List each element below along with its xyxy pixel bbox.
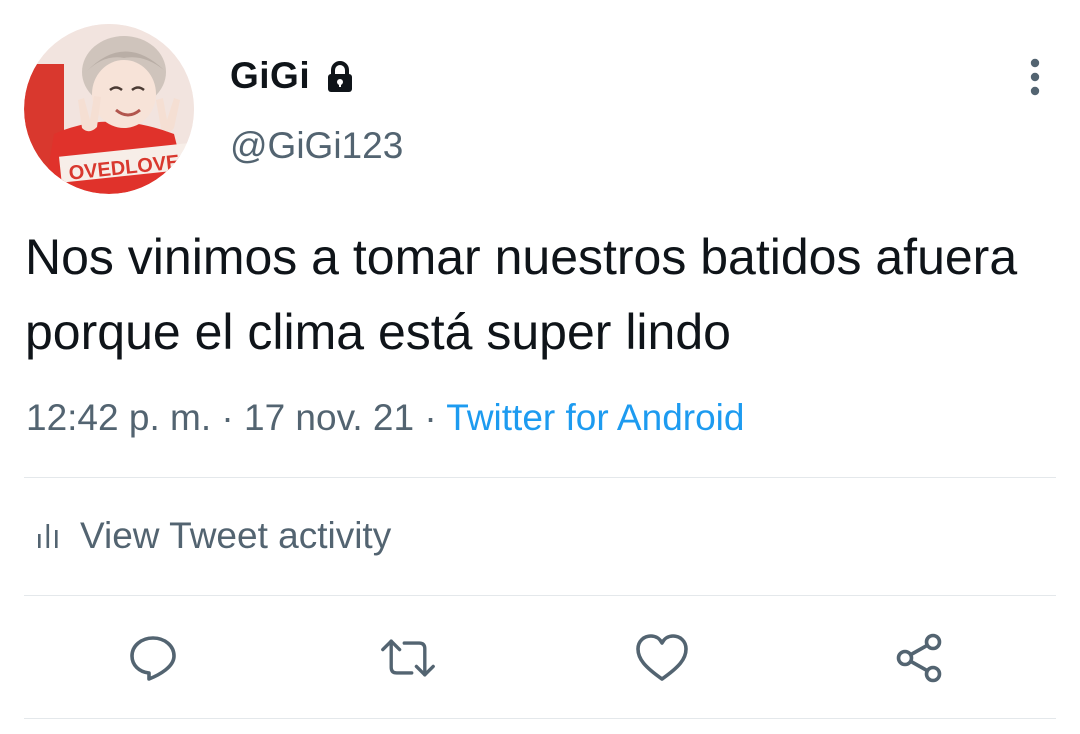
more-vertical-icon (1030, 58, 1040, 96)
retweet-icon (381, 639, 435, 677)
view-tweet-activity-label: View Tweet activity (80, 515, 392, 556)
tweet-meta: 12:42 p. m. · 17 nov. 21 · Twitter for A… (26, 394, 744, 442)
display-name[interactable]: GiGi (230, 54, 310, 98)
like-button[interactable] (634, 630, 690, 686)
meta-separator: · (414, 397, 447, 438)
divider (24, 477, 1056, 478)
reply-icon (130, 636, 176, 681)
name-row: GiGi (230, 54, 358, 98)
divider (24, 595, 1056, 596)
avatar[interactable]: OVEDLOVE (24, 24, 194, 194)
share-icon (896, 633, 942, 683)
view-tweet-activity-button[interactable]: View Tweet activity (36, 512, 391, 560)
retweet-button[interactable] (380, 630, 436, 686)
tweet-date[interactable]: 17 nov. 21 (244, 397, 414, 438)
user-handle[interactable]: @GiGi123 (230, 122, 403, 170)
heart-icon (636, 634, 688, 681)
avatar-image: OVEDLOVE (24, 24, 194, 194)
tweet-source-link[interactable]: Twitter for Android (446, 397, 744, 438)
share-button[interactable] (892, 630, 948, 686)
tweet-time[interactable]: 12:42 p. m. (26, 397, 211, 438)
divider (24, 718, 1056, 719)
reply-button[interactable] (125, 630, 181, 686)
lock-icon (322, 59, 358, 95)
more-options-button[interactable] (1010, 54, 1060, 100)
tweet-text: Nos vinimos a tomar nuestros batidos afu… (25, 229, 1018, 360)
meta-separator: · (211, 397, 244, 438)
analytics-icon (38, 524, 58, 548)
tweet-detail: OVEDLOVE GiGi @GiGi123 Nos vinimos a tom… (0, 0, 1080, 734)
